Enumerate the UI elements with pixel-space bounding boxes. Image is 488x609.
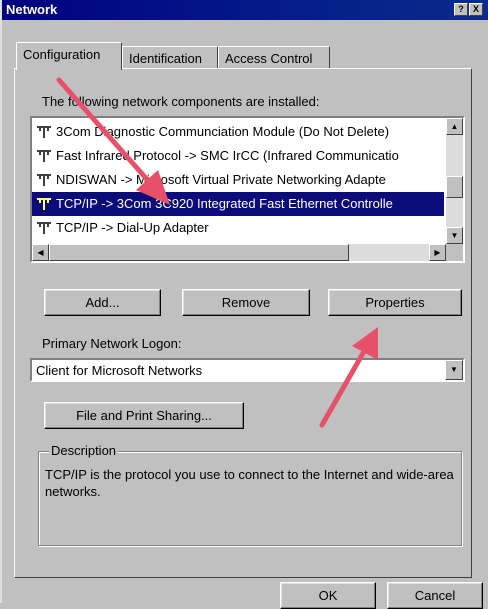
chevron-down-icon[interactable]: ▼ — [445, 360, 463, 380]
scroll-corner — [446, 244, 463, 261]
vertical-scrollbar[interactable]: ▲ ▼ — [446, 118, 463, 244]
title-bar[interactable]: Network ? X — [2, 0, 488, 20]
list-item[interactable]: NDISWAN -> Microsoft Virtual Private Net… — [32, 168, 444, 192]
window-title: Network — [6, 2, 58, 17]
ok-button-label: OK — [318, 588, 338, 603]
list-item[interactable]: Fast Infrared Protocol -> SMC IrCC (Infr… — [32, 144, 444, 168]
description-text: TCP/IP is the protocol you use to connec… — [45, 467, 454, 499]
network-adapter-icon — [37, 149, 51, 162]
add-button[interactable]: Add... — [44, 289, 161, 316]
tab-configuration[interactable]: Configuration — [16, 42, 122, 70]
list-item[interactable]: 3Com Diagnostic Communciation Module (Do… — [32, 120, 444, 144]
horizontal-scrollbar[interactable]: ◀ ▶ — [32, 244, 446, 261]
network-adapter-icon — [37, 173, 51, 186]
cancel-button-label: Cancel — [414, 588, 456, 603]
list-item-label: 3Com Diagnostic Communciation Module (Do… — [56, 124, 390, 139]
network-adapter-icon — [37, 125, 51, 138]
list-item-label: NDISWAN -> Microsoft Virtual Private Net… — [56, 172, 386, 187]
list-item-label: Fast Infrared Protocol -> SMC IrCC (Infr… — [56, 148, 399, 163]
scroll-left-icon[interactable]: ◀ — [32, 244, 49, 261]
file-print-sharing-label: File and Print Sharing... — [76, 408, 212, 423]
scroll-down-icon[interactable]: ▼ — [446, 227, 463, 244]
description-group: Description TCP/IP is the protocol you u… — [38, 443, 462, 546]
scroll-up-icon[interactable]: ▲ — [446, 118, 463, 135]
cancel-button[interactable]: Cancel — [387, 582, 483, 609]
properties-button-label: Properties — [365, 295, 425, 310]
help-button[interactable]: ? — [454, 3, 468, 16]
tab-access-control[interactable]: Access Control — [218, 46, 330, 68]
list-item-selected[interactable]: TCP/IP -> 3Com 3C920 Integrated Fast Eth… — [32, 192, 444, 216]
network-adapter-icon — [37, 197, 51, 210]
remove-button-label: Remove — [221, 295, 271, 310]
scroll-right-icon[interactable]: ▶ — [429, 244, 446, 261]
tab-access-control-label: Access Control — [225, 51, 313, 66]
components-list[interactable]: 3Com Diagnostic Communciation Module (Do… — [30, 116, 465, 263]
description-legend: Description — [49, 443, 119, 458]
ok-button[interactable]: OK — [280, 582, 376, 609]
primary-logon-value: Client for Microsoft Networks — [36, 363, 203, 378]
vertical-scroll-thumb[interactable] — [446, 176, 463, 198]
properties-button[interactable]: Properties — [328, 289, 462, 316]
primary-logon-select[interactable]: Client for Microsoft Networks ▼ — [30, 358, 465, 382]
primary-logon-label: Primary Network Logon: — [42, 336, 182, 351]
components-label: The following network components are ins… — [42, 94, 320, 109]
add-button-label: Add... — [85, 295, 120, 310]
tab-configuration-label: Configuration — [23, 47, 101, 62]
remove-button[interactable]: Remove — [182, 289, 310, 316]
tab-identification[interactable]: Identification — [122, 46, 218, 68]
list-item-label: TCP/IP -> Dial-Up Adapter — [56, 220, 209, 235]
file-print-sharing-button[interactable]: File and Print Sharing... — [44, 402, 244, 429]
close-button[interactable]: X — [469, 3, 483, 16]
list-item[interactable]: TCP/IP -> Dial-Up Adapter — [32, 216, 444, 240]
network-adapter-icon — [37, 221, 51, 234]
horizontal-scroll-thumb[interactable] — [49, 244, 349, 261]
tab-identification-label: Identification — [129, 51, 202, 66]
network-dialog: Network ? X Configuration Identification… — [0, 0, 488, 609]
list-item-label: TCP/IP -> 3Com 3C920 Integrated Fast Eth… — [56, 196, 393, 211]
